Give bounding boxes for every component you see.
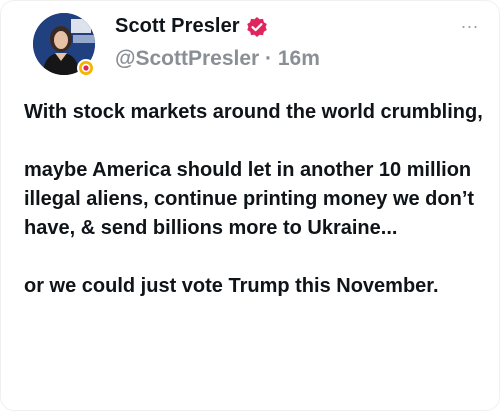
author-handle[interactable]: @ScottPresler	[115, 47, 259, 70]
author-name-row: Scott Presler	[115, 15, 268, 38]
tweet-paragraph: or we could just vote Trump this Novembe…	[24, 275, 439, 297]
tweet-text: With stock markets around the world crum…	[24, 98, 484, 301]
tweet-paragraph: With stock markets around the world crum…	[24, 101, 483, 123]
tweet-card[interactable]: Scott Presler @ScottPresler · 16m ... Wi…	[0, 0, 500, 411]
verified-badge-icon	[246, 16, 268, 38]
tweet-header: Scott Presler @ScottPresler · 16m ...	[33, 13, 483, 83]
tweet-timestamp[interactable]: 16m	[278, 47, 320, 70]
affiliate-badge-icon	[77, 59, 95, 77]
author-handle-row: @ScottPresler · 16m	[115, 47, 320, 71]
author-display-name[interactable]: Scott Presler	[115, 15, 240, 38]
separator-dot: ·	[265, 47, 278, 70]
tweet-paragraph: maybe America should let in another 10 m…	[24, 159, 475, 239]
more-options-icon[interactable]: ...	[457, 13, 483, 33]
